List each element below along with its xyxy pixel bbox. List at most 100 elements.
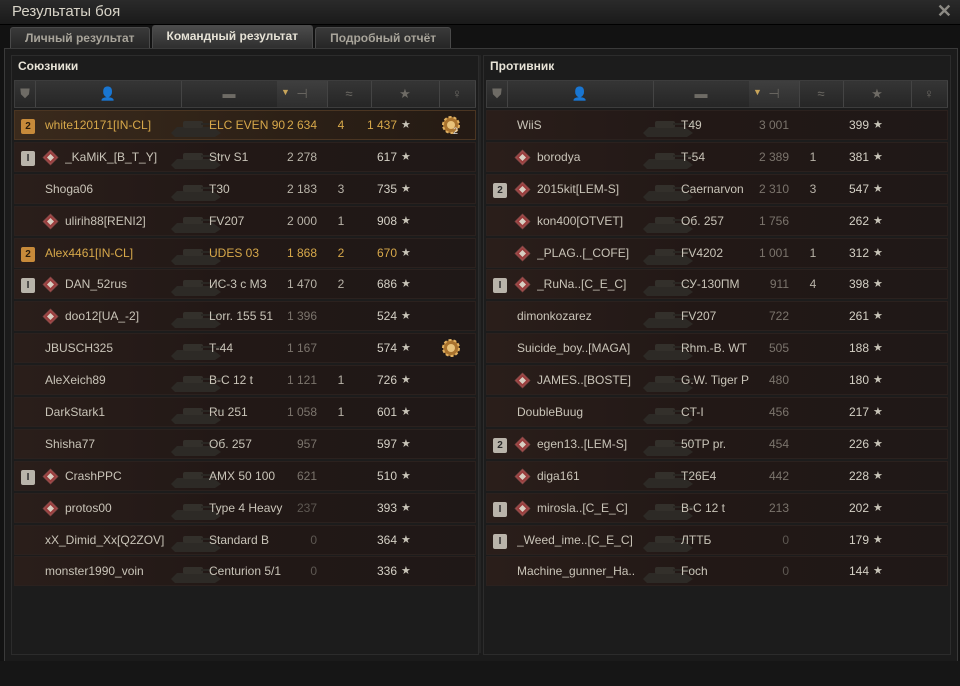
player-name[interactable]: _PLAG..[_COFE] [537,239,647,267]
player-name[interactable]: doo12[UA_-2] [65,302,175,330]
player-name[interactable]: _RuNa..[C_E_C] [537,270,647,298]
kills-icon[interactable]: ≈ [799,81,844,107]
player-row[interactable]: 2 egen13..[LEM-S] 50TP pr. 454 226 ★ [486,428,948,459]
close-icon[interactable]: ✕ [937,1,952,22]
player-name[interactable]: DarkStark1 [45,398,175,426]
allies-column-header: ⛊ 👤 ▬ ⊣ ▼ ≈ ★ ♀ [14,80,476,108]
player-row[interactable]: I _RuNa..[C_E_C] СУ-130ПМ 911 4 398 ★ [486,269,948,300]
damage-icon[interactable]: ⊣ ▼ [749,81,800,107]
platoon-icon[interactable]: ⛊ [15,81,36,107]
player-row[interactable]: kon400[OTVET] Об. 257 1 756 262 ★ [486,205,948,236]
player-row[interactable]: Suicide_boy..[MAGA] Rhm.-B. WT 505 188 ★ [486,333,948,364]
player-name[interactable]: Shisha77 [45,430,175,458]
tank-icon[interactable]: ▬ [653,81,750,107]
player-name[interactable]: protos00 [65,494,175,522]
player-row[interactable]: DarkStark1 Ru 251 1 058 1 601 ★ [14,397,476,428]
tab-detailed-report[interactable]: Подробный отчёт [315,27,452,48]
xp-star-icon[interactable]: ★ [843,81,912,107]
player-row[interactable]: 2 white120171[IN-CL] ELC EVEN 90 2 634 4 1 43… [14,110,476,140]
kills-icon[interactable]: ≈ [327,81,372,107]
player-name[interactable]: dimonkozarez [517,302,647,330]
player-row[interactable]: I CrashPPC AMX 50 100 621 510 ★ [14,460,476,491]
player-name[interactable]: kon400[OTVET] [537,207,647,235]
tab-team-result[interactable]: Командный результат [151,25,314,48]
platoon-badge: I [21,469,35,485]
player-row[interactable]: WiiS T49 3 001 399 ★ [486,110,948,140]
player-row[interactable]: JBUSCH325 T-44 1 167 574 ★ [14,333,476,364]
damage-value: 2 183 [286,181,317,196]
player-row[interactable]: xX_Dimid_Xx[Q2ZOV] Standard B 0 364 ★ [14,524,476,555]
kills-value [331,302,351,330]
player-row[interactable]: Shisha77 Об. 257 957 597 ★ [14,428,476,459]
player-name[interactable]: diga161 [537,462,647,490]
player-row[interactable]: 2 Alex4461[IN-CL] UDES 03 1 868 2 670 ★ [14,237,476,268]
player-name[interactable]: monster1990_voin [45,557,175,585]
player-row[interactable]: ulirih88[RENI2] FV207 2 000 1 908 ★ [14,205,476,236]
player-name[interactable]: DoubleBuug [517,398,647,426]
player-name[interactable]: JBUSCH325 [45,334,175,362]
player-name[interactable]: mirosla..[C_E_C] [537,494,647,522]
player-name[interactable]: Suicide_boy..[MAGA] [517,334,647,362]
player-name[interactable]: CrashPPC [65,462,175,490]
damage-value: 2 000 [286,213,317,228]
player-row[interactable]: _PLAG..[_COFE] FV4202 1 001 1 312 ★ [486,237,948,268]
player-name[interactable]: JAMES..[BOSTE] [537,366,647,394]
medal-icon[interactable]: ♀ [439,81,476,107]
player-name[interactable]: ulirih88[RENI2] [65,207,175,235]
player-row[interactable]: doo12[UA_-2] Lorr. 155 51 1 396 524 ★ [14,301,476,332]
player-name[interactable]: Shoga06 [45,175,175,203]
player-row[interactable]: diga161 T26E4 442 228 ★ [486,460,948,491]
player-name[interactable]: Alex4461[IN-CL] [45,239,175,267]
player-name[interactable]: borodya [537,143,647,171]
player-row[interactable]: protos00 Type 4 Heavy 237 393 ★ [14,492,476,523]
player-row[interactable]: Shoga06 T30 2 183 3 735 ★ [14,173,476,204]
platoon-badge: 2 [493,437,507,453]
medal-icon[interactable]: ♀ [911,81,948,107]
kills-value: 4 [809,277,817,292]
player-icon[interactable]: 👤 [507,81,654,107]
player-row[interactable]: dimonkozarez FV207 722 261 ★ [486,301,948,332]
player-row[interactable]: monster1990_voin Centurion 5/1 0 336 ★ [14,556,476,587]
player-row[interactable]: AleXeich89 B-C 12 t1 121 1 726 ★ [14,365,476,396]
player-name[interactable]: 2015kit[LEM-S] [537,175,647,203]
xp-star-icon: ★ [873,342,883,355]
player-name[interactable]: DAN_52rus [65,270,175,298]
tank-icon[interactable]: ▬ [181,81,278,107]
allies-panel: Союзники ⛊ 👤 ▬ ⊣ ▼ ≈ ★ ♀ 2 white120171[IN-CL] ELC… [11,55,479,655]
kills-value [803,366,823,394]
xp-value: 908 [376,213,397,228]
player-icon[interactable]: 👤 [35,81,182,107]
player-name[interactable]: Machine_gunner_Ha.. [517,557,647,585]
player-name[interactable]: WiiS [517,111,647,139]
player-name[interactable]: _KaMiK_[B_T_Y] [65,143,175,171]
player-name[interactable]: white120171[IN-CL] [45,111,175,139]
player-name[interactable]: egen13..[LEM-S] [537,430,647,458]
tab-personal-result[interactable]: Личный результат [10,27,150,48]
player-row[interactable]: DoubleBuug CT-I 456 217 ★ [486,397,948,428]
player-row[interactable]: borodya T-54 2 389 1 381 ★ [486,141,948,172]
damage-icon[interactable]: ⊣ ▼ [277,81,328,107]
xp-star-icon[interactable]: ★ [371,81,440,107]
player-row[interactable]: I DAN_52rus ИС-3 с МЗ 1 470 2 686 ★ [14,269,476,300]
damage-value: 1 756 [758,213,789,228]
player-name[interactable]: AleXeich89 [45,366,175,394]
player-name[interactable]: xX_Dimid_Xx[Q2ZOV] [45,526,175,554]
kills-value [803,207,823,235]
player-row[interactable]: 2 2015kit[LEM-S] Caernarvon 2 310 3 547 ★ [486,173,948,204]
player-row[interactable]: Machine_gunner_Ha.. Foch 0 144 ★ [486,556,948,587]
player-row[interactable]: I _KaMiK_[B_T_Y] Strv S1 2 278 617 ★ [14,141,476,172]
xp-value: 144 [848,564,869,579]
platoon-badge: I [493,501,507,517]
player-row[interactable]: JAMES..[BOSTE] G.W. Tiger P 480 180 ★ [486,365,948,396]
medal-icon[interactable] [439,334,467,362]
xp-value: 574 [376,341,397,356]
player-row[interactable]: Imirosla..[C_E_C] B-C 12 t 213 202 ★ [486,492,948,523]
xp-star-icon: ★ [873,310,883,323]
platoon-icon[interactable]: ⛊ [487,81,508,107]
player-row[interactable]: I _Weed_ime..[C_E_C] ЛТТБ 0 179 ★ [486,524,948,555]
panel-divider [479,55,481,653]
medal-icon[interactable]: 2 [439,111,467,139]
player-name[interactable]: _Weed_ime..[C_E_C] [517,526,647,554]
diamond-icon [42,277,59,293]
clan-emblem-icon [41,462,61,490]
